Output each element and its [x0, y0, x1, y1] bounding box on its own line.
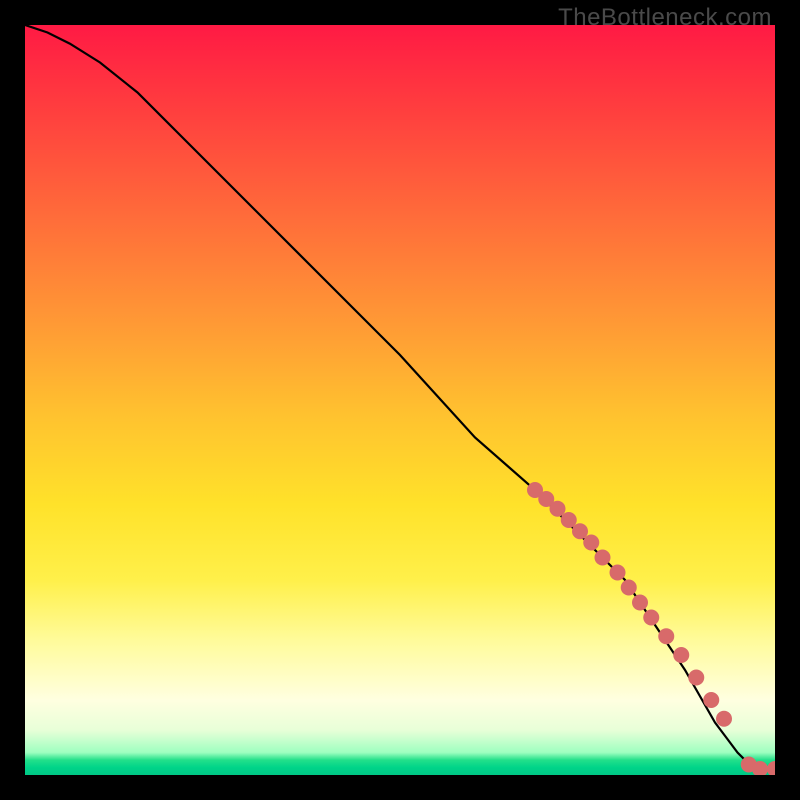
data-point: [767, 761, 775, 775]
data-point: [716, 711, 732, 727]
data-point: [610, 565, 626, 581]
bottleneck-curve: [25, 25, 775, 769]
data-point: [595, 550, 611, 566]
chart-svg: [25, 25, 775, 775]
data-point: [688, 670, 704, 686]
watermark-text: TheBottleneck.com: [558, 4, 772, 32]
data-point: [658, 628, 674, 644]
data-point: [632, 595, 648, 611]
data-point: [583, 535, 599, 551]
chart-frame: TheBottleneck.com: [0, 0, 800, 800]
data-point: [643, 610, 659, 626]
data-point: [673, 647, 689, 663]
data-point: [703, 692, 719, 708]
data-point: [621, 580, 637, 596]
plot-area: [25, 25, 775, 775]
data-point-markers: [527, 482, 775, 775]
